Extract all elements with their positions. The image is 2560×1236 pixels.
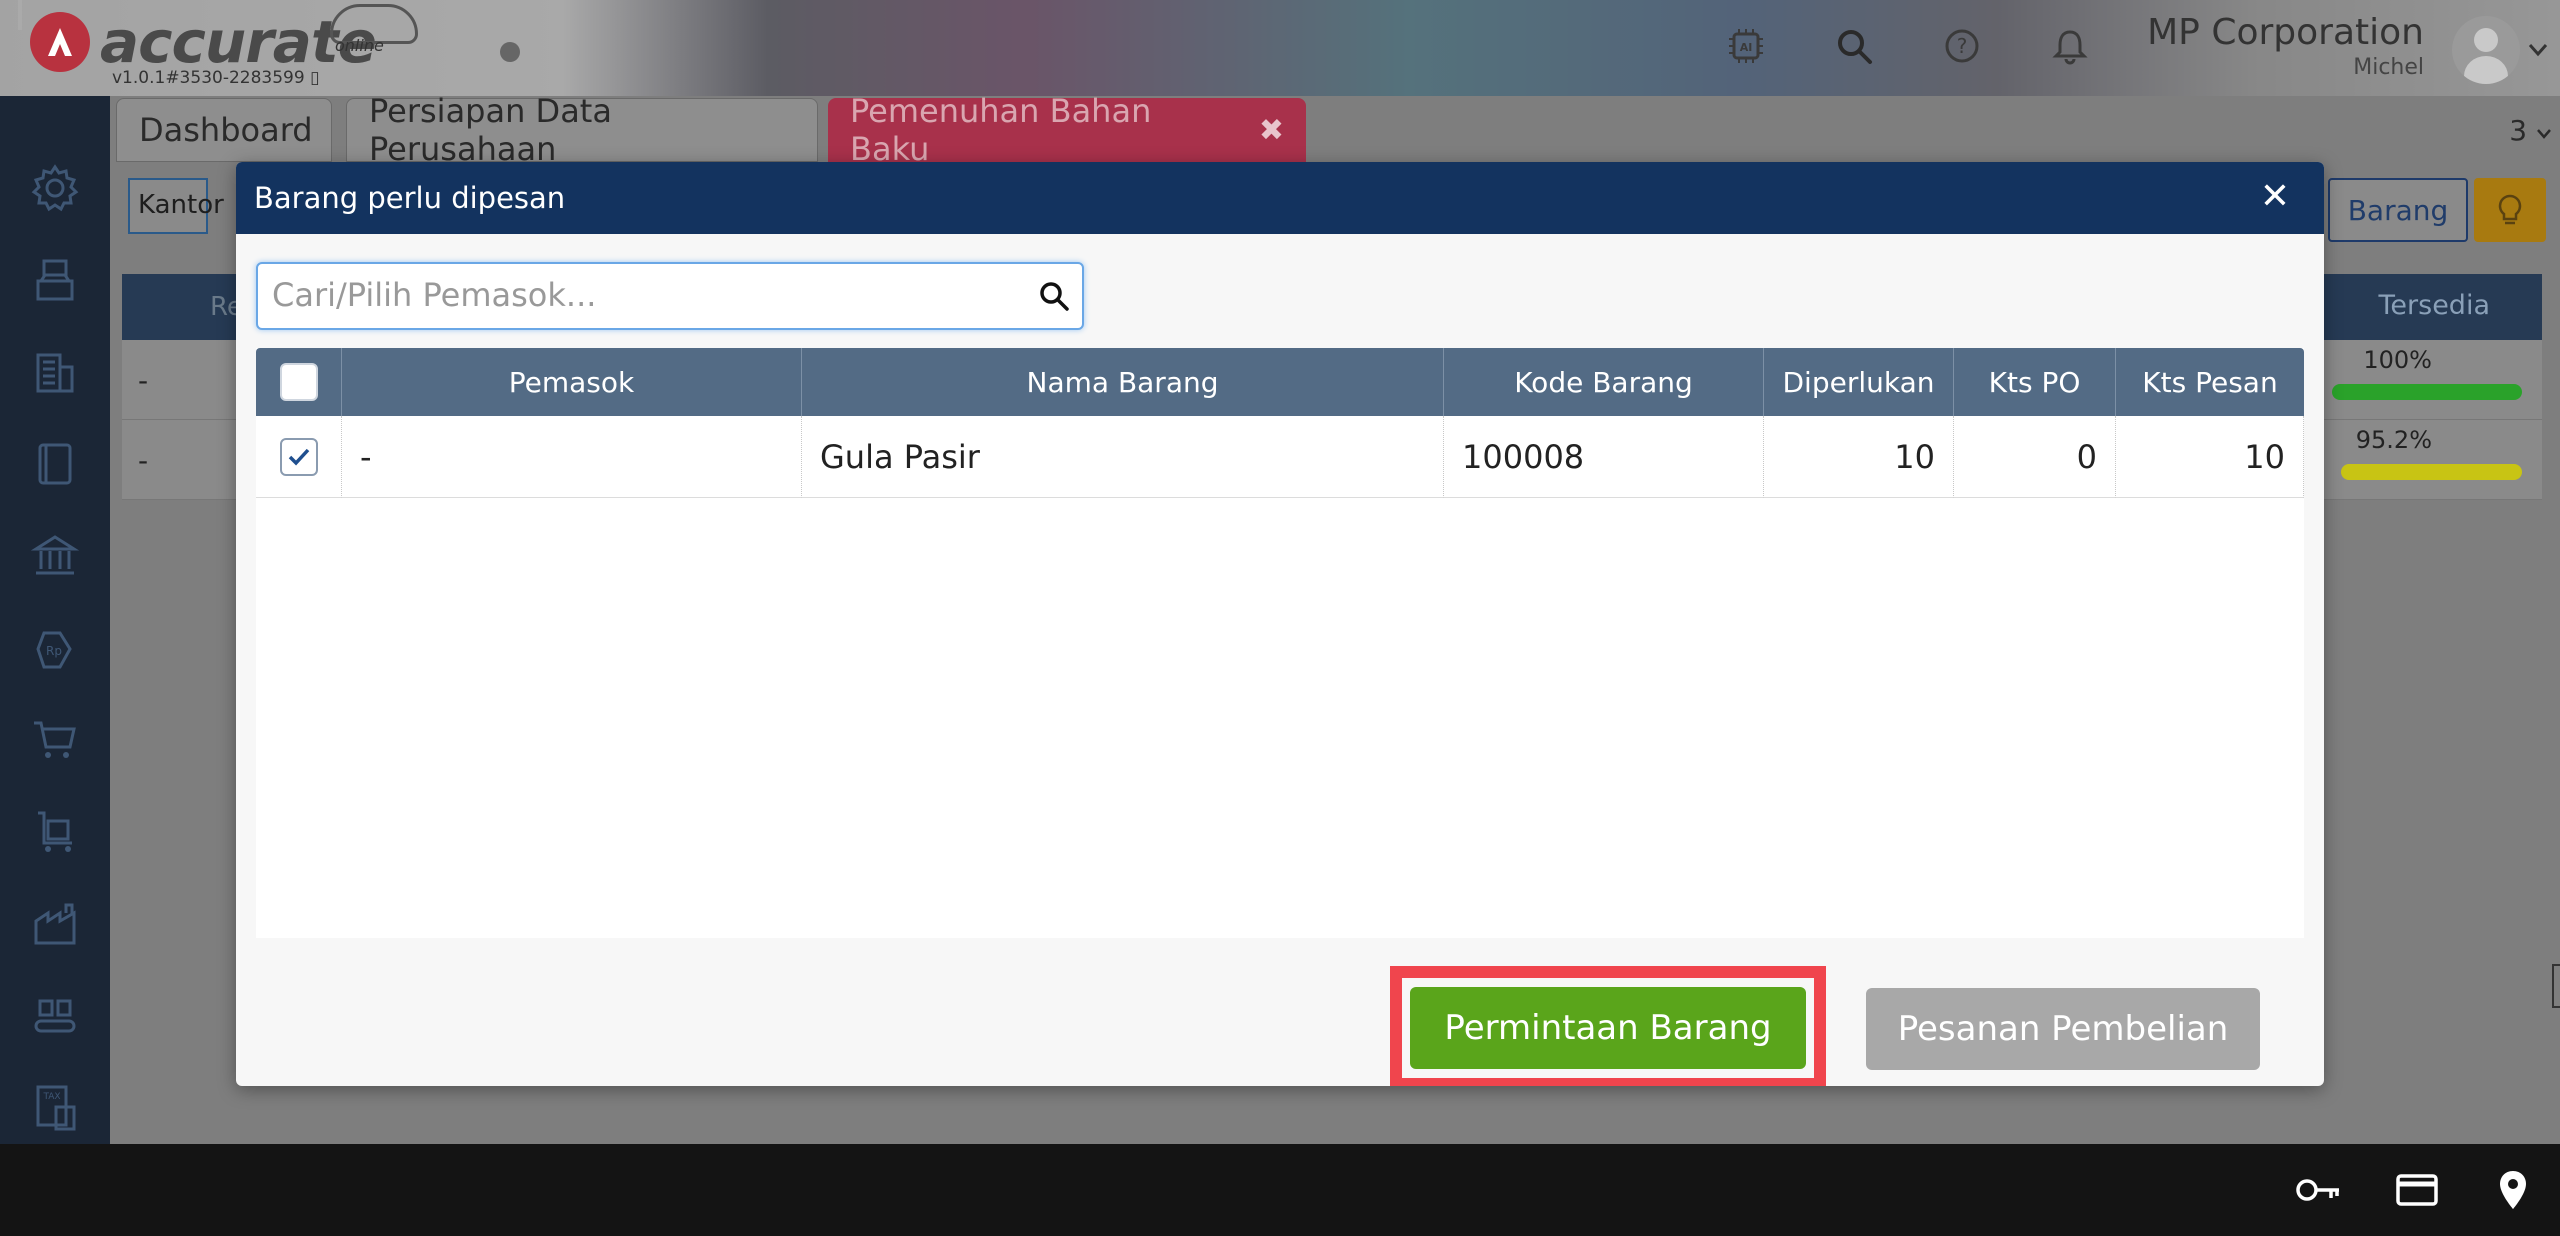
supplier-search[interactable] — [256, 262, 1084, 330]
table-empty-area — [256, 498, 2304, 938]
permintaan-barang-highlight: Permintaan Barang — [1390, 966, 1826, 1086]
order-items-dialog: Barang perlu dipesan ✕ Pemasok Nama Bara… — [236, 162, 2324, 1086]
select-all-cell — [256, 348, 342, 416]
key-icon[interactable] — [2294, 1166, 2344, 1214]
bell-icon[interactable] — [2046, 22, 2094, 70]
svg-text:?: ? — [1957, 34, 1968, 58]
barang-button[interactable]: Barang — [2328, 178, 2468, 242]
bg-row-pct: 95.2% — [2355, 426, 2432, 454]
gear-icon[interactable] — [25, 158, 85, 218]
supplier-search-input[interactable] — [258, 264, 998, 326]
cell-kode-barang[interactable]: 100008 — [1444, 416, 1764, 498]
card-icon[interactable] — [2392, 1166, 2442, 1214]
bg-row-dash: - — [138, 364, 149, 397]
trolley-icon[interactable] — [25, 802, 85, 862]
dialog-header: Barang perlu dipesan ✕ — [236, 162, 2324, 234]
chevron-down-icon — [2537, 129, 2551, 139]
col-nama-barang[interactable]: Nama Barang — [802, 348, 1444, 416]
row-select-cell — [256, 416, 342, 498]
help-icon[interactable]: ? — [1938, 22, 1986, 70]
company-info[interactable]: MP Corporation Michel — [2147, 12, 2424, 80]
location-icon[interactable] — [2488, 1166, 2538, 1214]
status-dot — [500, 42, 520, 62]
availability-bar — [2341, 464, 2522, 480]
sidebar: Rp TAX — [0, 96, 110, 1144]
company-name: MP Corporation — [2147, 12, 2424, 53]
cell-pemasok[interactable]: - — [342, 416, 802, 498]
col-kts-po[interactable]: Kts PO — [1954, 348, 2116, 416]
cell-nama-barang[interactable]: Gula Pasir — [802, 416, 1444, 498]
checkmark-icon — [288, 448, 309, 466]
bg-row-dash: - — [138, 444, 149, 477]
bg-row-pct: 100% — [2363, 346, 2432, 374]
window-edge-tick — [18, 0, 22, 30]
bottom-bar — [0, 1144, 2560, 1236]
availability-bar — [2332, 384, 2522, 400]
dialog-title: Barang perlu dipesan — [254, 181, 566, 215]
tab-dashboard[interactable]: Dashboard — [116, 98, 332, 162]
cashier-icon[interactable] — [25, 250, 85, 310]
tab-count-value: 3 — [2509, 114, 2528, 147]
select-all-checkbox[interactable] — [279, 363, 318, 401]
tab-label: Pemenuhan Bahan Baku — [850, 92, 1152, 168]
header-icon-bar: AI ? — [1722, 22, 2094, 70]
logo-mark-icon — [30, 12, 90, 72]
permintaan-barang-button[interactable]: Permintaan Barang — [1410, 987, 1806, 1069]
close-icon[interactable]: ✕ — [2260, 176, 2290, 217]
search-icon[interactable] — [1830, 22, 1878, 70]
col-diperlukan[interactable]: Diperlukan — [1764, 348, 1954, 416]
tax-icon[interactable]: TAX — [25, 1078, 85, 1138]
svg-text:AI: AI — [1740, 41, 1753, 54]
book-icon[interactable] — [25, 434, 85, 494]
cell-kts-po[interactable]: 0 — [1954, 416, 2116, 498]
app-logo[interactable]: accurate — [30, 12, 377, 72]
svg-text:TAX: TAX — [42, 1092, 60, 1102]
lightbulb-icon[interactable] — [2474, 178, 2546, 242]
ai-chip-icon[interactable]: AI — [1722, 22, 1770, 70]
chevron-down-icon[interactable] — [2528, 38, 2548, 62]
scrollbar-handle[interactable] — [2552, 964, 2560, 1008]
bg-col-tersedia: Tersedia — [2378, 290, 2490, 321]
cart-icon[interactable] — [25, 710, 85, 770]
logo-sub: online — [335, 36, 384, 55]
avatar[interactable] — [2452, 16, 2520, 84]
user-name: Michel — [2353, 55, 2424, 80]
version-text: v1.0.1#3530-2283599 ▯ — [112, 68, 320, 88]
cell-diperlukan[interactable]: 10 — [1764, 416, 1954, 498]
tab-persiapan-data[interactable]: Persiapan Data Perusahaan — [346, 92, 818, 168]
col-kts-pesan[interactable]: Kts Pesan — [2116, 348, 2304, 416]
price-tag-icon[interactable]: Rp — [25, 618, 85, 678]
table-header: Pemasok Nama Barang Kode Barang Diperluk… — [256, 348, 2304, 416]
search-icon[interactable] — [1034, 276, 1074, 316]
branch-filter[interactable]: Kantor — [128, 178, 224, 234]
bank-icon[interactable] — [25, 526, 85, 586]
cell-kts-pesan[interactable]: 10 — [2116, 416, 2304, 498]
tab-pemenuhan-bahan-baku[interactable]: Pemenuhan Bahan Baku ✖ — [828, 92, 1306, 168]
svg-text:Rp: Rp — [46, 644, 62, 658]
items-table: Pemasok Nama Barang Kode Barang Diperluk… — [256, 348, 2304, 938]
tab-label: Dashboard — [139, 111, 313, 149]
pesanan-pembelian-button[interactable]: Pesanan Pembelian — [1866, 988, 2260, 1070]
factory-icon[interactable] — [25, 894, 85, 954]
tab-label: Persiapan Data Perusahaan — [369, 92, 612, 168]
tab-count[interactable]: 3 — [2509, 114, 2552, 147]
col-kode-barang[interactable]: Kode Barang — [1444, 348, 1764, 416]
app-header: accurate online v1.0.1#3530-2283599 ▯ AI… — [0, 0, 2560, 96]
col-pemasok[interactable]: Pemasok — [342, 348, 802, 416]
building-icon[interactable] — [25, 342, 85, 402]
tab-close-icon[interactable]: ✖ — [1259, 113, 1284, 148]
row-checkbox[interactable] — [279, 437, 318, 476]
conveyor-icon[interactable] — [25, 986, 85, 1046]
